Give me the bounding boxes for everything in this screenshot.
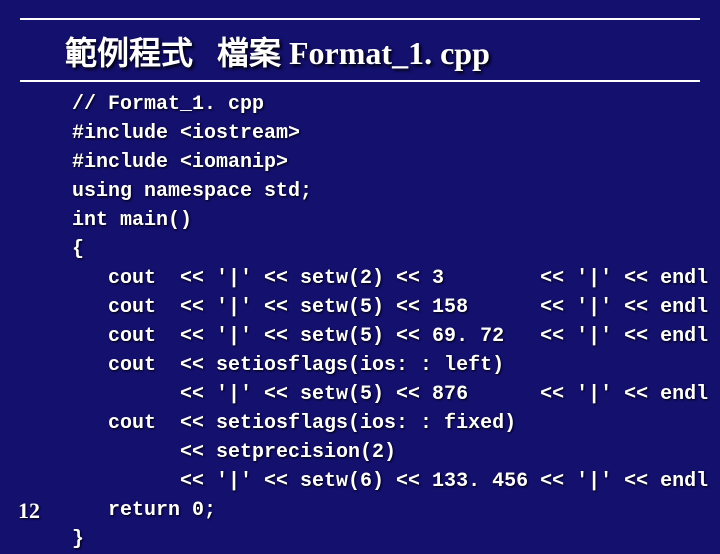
horizontal-rule [20,80,700,82]
code-line: { [72,238,84,261]
code-line: cout << setiosflags(ios: : left) [72,354,504,377]
code-line: cout << '|' << setw(5) << 69. 72 << '|' … [72,325,720,348]
code-line: cout << setiosflags(ios: : fixed) [72,412,516,435]
code-block: // Format_1. cpp #include <iostream> #in… [72,90,720,554]
slide: 範例程式 檔案 Format_1. cpp // Format_1. cpp #… [0,0,720,554]
horizontal-rule [20,18,700,20]
code-line: << '|' << setw(6) << 133. 456 << '|' << … [72,470,720,493]
slide-title: 範例程式 檔案 Format_1. cpp [65,28,720,74]
code-line: cout << '|' << setw(2) << 3 << '|' << en… [72,267,720,290]
code-line: return 0; [72,499,216,522]
code-line: #include <iomanip> [72,151,288,174]
code-line: // Format_1. cpp [72,93,264,116]
code-line: #include <iostream> [72,122,300,145]
code-line: cout << '|' << setw(5) << 158 << '|' << … [72,296,720,319]
code-line: using namespace std; [72,180,312,203]
code-line: int main() [72,209,192,232]
slide-number: 12 [18,498,40,524]
code-line: << '|' << setw(5) << 876 << '|' << endl … [72,383,720,406]
code-line: << setprecision(2) [72,441,396,464]
